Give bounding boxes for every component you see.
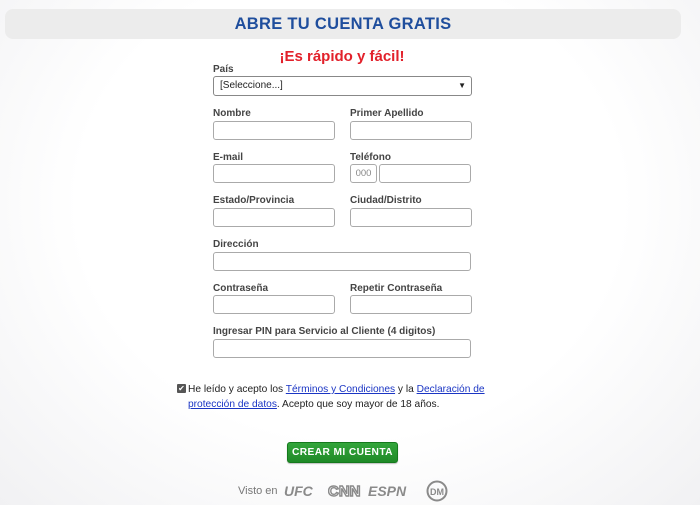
phone-field[interactable] xyxy=(379,164,471,183)
svg-text:UFC: UFC xyxy=(284,484,314,498)
page-title: ABRE TU CUENTA GRATIS xyxy=(234,14,452,33)
terms-text: He leído y acepto los Términos y Condici… xyxy=(177,382,522,412)
city-label: Ciudad/Distrito xyxy=(350,195,422,206)
password-repeat-label: Repetir Contraseña xyxy=(350,283,443,294)
cnn-logo: CNN xyxy=(328,483,362,499)
ufc-logo: UFC xyxy=(284,484,322,498)
password-label: Contraseña xyxy=(213,283,269,294)
country-label: País xyxy=(213,64,234,75)
country-select-value: [Seleccione...] xyxy=(220,80,283,91)
pin-field[interactable] xyxy=(213,339,471,358)
dm-logo: DM xyxy=(426,480,448,502)
country-select[interactable]: [Seleccione...] ▼ xyxy=(213,76,472,96)
first-name-field[interactable] xyxy=(213,121,335,140)
seen-on-label: Visto en xyxy=(238,485,278,497)
password-repeat-field[interactable] xyxy=(350,295,472,314)
address-label: Dirección xyxy=(213,239,259,250)
chevron-down-icon: ▼ xyxy=(458,81,466,90)
terms-middle: y la xyxy=(395,384,417,395)
create-account-button[interactable]: CREAR MI CUENTA xyxy=(287,442,398,463)
terms-checkbox[interactable]: ✔ xyxy=(177,384,186,393)
seen-on-bar: Visto en UFC CNN ESPN DM xyxy=(238,480,448,502)
svg-text:CNN: CNN xyxy=(328,483,361,499)
terms-suffix: . Acepto que soy mayor de 18 años. xyxy=(276,399,440,410)
svg-text:DM: DM xyxy=(430,487,444,497)
pin-label: Ingresar PIN para Servicio al Cliente (4… xyxy=(213,326,436,337)
phone-prefix-field[interactable]: 000 xyxy=(350,164,377,183)
email-label: E-mail xyxy=(213,152,244,163)
state-field[interactable] xyxy=(213,208,335,227)
subtitle: ¡Es rápido y fácil! xyxy=(279,48,405,65)
address-field[interactable] xyxy=(213,252,471,271)
svg-text:ESPN: ESPN xyxy=(368,484,407,498)
terms-block: ✔ He leído y acepto los Términos y Condi… xyxy=(177,382,522,412)
terms-prefix: He leído y acepto los xyxy=(188,384,286,395)
email-field[interactable] xyxy=(213,164,335,183)
city-field[interactable] xyxy=(350,208,472,227)
state-label: Estado/Provincia xyxy=(213,195,295,206)
password-field[interactable] xyxy=(213,295,335,314)
last-name-label: Primer Apellido xyxy=(350,108,424,119)
first-name-label: Nombre xyxy=(213,108,251,119)
phone-label: Teléfono xyxy=(350,152,391,163)
last-name-field[interactable] xyxy=(350,121,472,140)
terms-link[interactable]: Términos y Condiciones xyxy=(286,384,395,395)
header-bar: ABRE TU CUENTA GRATIS xyxy=(5,9,681,39)
espn-logo: ESPN xyxy=(368,484,420,498)
